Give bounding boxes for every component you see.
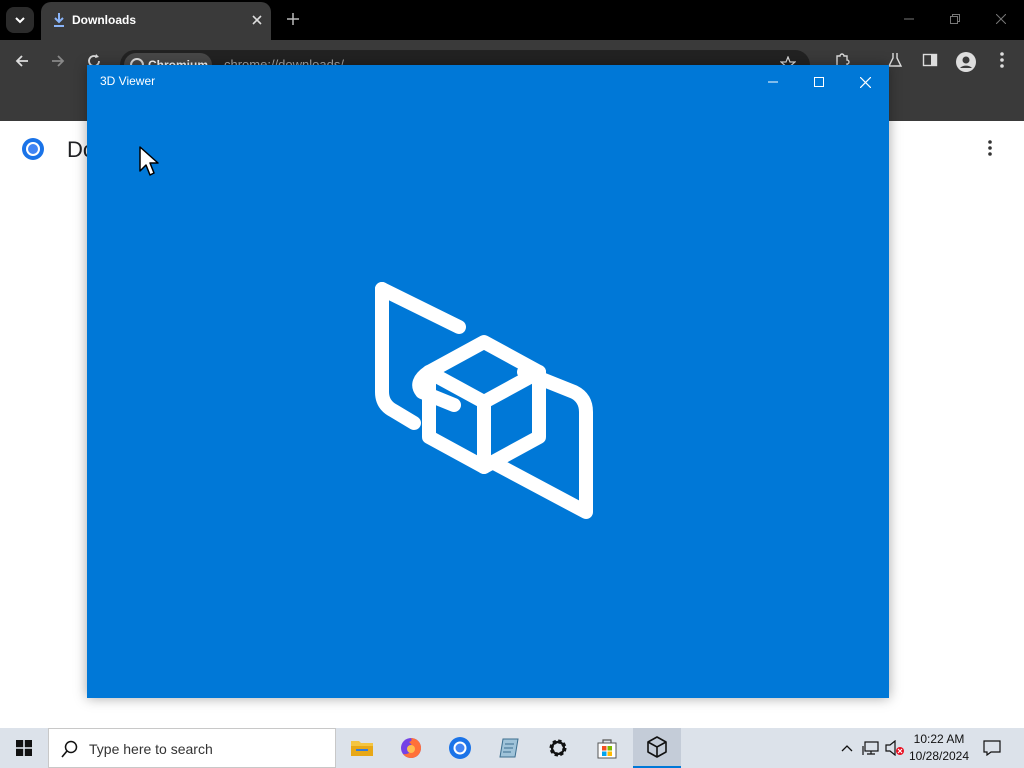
arrow-left-icon bbox=[15, 55, 28, 67]
minimize-button[interactable] bbox=[750, 69, 796, 95]
chromium-logo-icon bbox=[22, 138, 44, 160]
taskbar-search-box[interactable]: Type here to search bbox=[48, 728, 336, 768]
avatar-icon bbox=[956, 52, 976, 72]
close-icon bbox=[252, 15, 262, 25]
notification-icon bbox=[983, 740, 1001, 756]
start-button[interactable] bbox=[0, 728, 48, 768]
taskbar-firefox[interactable] bbox=[387, 728, 435, 768]
settings-icon bbox=[549, 739, 567, 757]
3d-viewer-window: 3D Viewer bbox=[87, 65, 889, 698]
chromium-icon bbox=[449, 737, 471, 759]
network-icon bbox=[862, 741, 879, 755]
show-hidden-icons-button[interactable] bbox=[837, 728, 857, 768]
plus-icon bbox=[287, 13, 299, 25]
tab-strip: Downloads bbox=[0, 0, 1024, 40]
chevron-down-icon bbox=[15, 17, 25, 24]
window-title: 3D Viewer bbox=[100, 74, 156, 88]
network-tray-button[interactable] bbox=[860, 728, 882, 768]
taskbar-settings[interactable] bbox=[534, 728, 582, 768]
search-icon bbox=[61, 740, 78, 758]
flask-icon bbox=[887, 53, 903, 67]
taskbar: Type here to search 10:22 AM 10/28/2024 bbox=[0, 728, 1024, 768]
browser-restore-button[interactable] bbox=[943, 10, 967, 30]
download-icon bbox=[54, 13, 64, 27]
clock-date: 10/28/2024 bbox=[908, 749, 970, 763]
close-button[interactable] bbox=[842, 69, 888, 95]
forward-button[interactable] bbox=[46, 52, 70, 76]
side-panel-button[interactable] bbox=[918, 52, 942, 76]
maximize-icon bbox=[814, 77, 824, 87]
close-tab-button[interactable] bbox=[248, 11, 266, 29]
browser-close-button[interactable] bbox=[989, 10, 1013, 30]
microsoft-store-icon bbox=[597, 739, 617, 759]
minimize-icon bbox=[768, 81, 778, 83]
notifications-button[interactable] bbox=[980, 728, 1004, 768]
volume-muted-icon bbox=[885, 740, 904, 756]
page-menu-button[interactable] bbox=[980, 139, 1000, 161]
restore-icon bbox=[950, 14, 960, 24]
maximize-button[interactable] bbox=[796, 69, 842, 95]
minimize-icon bbox=[904, 18, 914, 20]
taskbar-microsoft-store[interactable] bbox=[583, 728, 631, 768]
clock-time: 10:22 AM bbox=[913, 732, 965, 746]
3d-viewer-icon bbox=[647, 736, 667, 758]
taskbar-clock[interactable]: 10:22 AM 10/28/2024 bbox=[904, 731, 974, 765]
taskbar-chromium[interactable] bbox=[436, 728, 484, 768]
firefox-icon bbox=[401, 738, 421, 758]
profile-button[interactable] bbox=[954, 52, 978, 76]
notes-app-icon bbox=[499, 738, 519, 758]
windows-logo-icon bbox=[16, 740, 32, 756]
close-icon bbox=[995, 13, 1007, 25]
tab-downloads[interactable]: Downloads bbox=[41, 2, 271, 40]
close-icon bbox=[859, 76, 871, 88]
volume-tray-button[interactable] bbox=[884, 728, 906, 768]
file-explorer-icon bbox=[351, 741, 373, 756]
tab-search-button[interactable] bbox=[6, 7, 34, 33]
taskbar-3d-viewer[interactable] bbox=[633, 728, 681, 768]
browser-minimize-button[interactable] bbox=[897, 10, 921, 30]
arrow-right-icon bbox=[52, 55, 65, 67]
search-placeholder: Type here to search bbox=[89, 741, 213, 757]
chevron-up-icon bbox=[841, 745, 853, 752]
taskbar-file-explorer[interactable] bbox=[338, 728, 386, 768]
tab-title: Downloads bbox=[72, 13, 137, 27]
browser-menu-button[interactable] bbox=[990, 52, 1014, 76]
new-tab-button[interactable] bbox=[283, 8, 303, 30]
taskbar-notes-app[interactable] bbox=[485, 728, 533, 768]
mouse-cursor-icon bbox=[139, 146, 159, 176]
3d-viewer-logo-icon bbox=[375, 282, 593, 519]
kebab-menu-icon bbox=[988, 140, 992, 156]
back-button[interactable] bbox=[10, 52, 34, 76]
side-panel-icon bbox=[922, 53, 938, 67]
kebab-menu-icon bbox=[1000, 52, 1004, 68]
